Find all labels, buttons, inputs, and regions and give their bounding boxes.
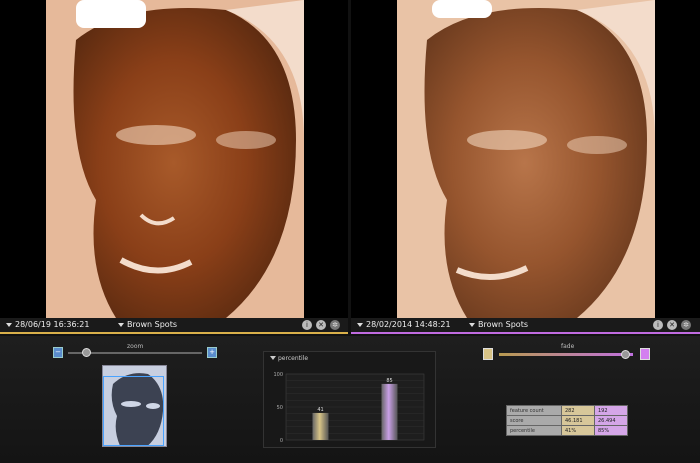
- left-mode-dropdown[interactable]: Brown Spots: [118, 318, 177, 332]
- gear-icon[interactable]: ✲: [681, 320, 691, 330]
- stats-cell-b: 192: [594, 405, 628, 416]
- right-date-label: 28/02/2014 14:48:21: [366, 320, 451, 329]
- thumbnail-viewport-rect[interactable]: [103, 376, 164, 446]
- right-mode-label: Brown Spots: [478, 320, 529, 329]
- stats-cell-a: 41%: [561, 425, 595, 436]
- zoom-out-button[interactable]: −: [53, 347, 63, 358]
- info-icon[interactable]: i: [302, 320, 312, 330]
- chevron-down-icon: [469, 322, 475, 327]
- fade-slider-track[interactable]: [499, 353, 633, 356]
- bar: [381, 383, 398, 440]
- left-info-bar: 28/06/19 16:36:21 Brown Spots i ✕ ✲: [0, 318, 348, 334]
- stats-cell-a: 282: [561, 405, 595, 416]
- stats-cell-label: percentile: [506, 425, 562, 436]
- table-row: score 46.181 26.494: [506, 415, 628, 426]
- zoom-slider-handle[interactable]: [82, 348, 91, 357]
- chart-title: percentile: [278, 355, 309, 362]
- bar-value-label: 85: [386, 378, 392, 384]
- stats-cell-label: score: [506, 415, 562, 426]
- stats-cell-a: 46.181: [561, 415, 595, 426]
- right-mode-dropdown[interactable]: Brown Spots: [469, 318, 528, 332]
- left-date-label: 28/06/19 16:36:21: [15, 320, 90, 329]
- close-icon[interactable]: ✕: [316, 320, 326, 330]
- zoom-label: zoom: [127, 343, 144, 350]
- y-tick-label: 50: [277, 405, 283, 411]
- chart-title-dropdown[interactable]: percentile: [270, 355, 308, 362]
- right-image-pane[interactable]: [351, 0, 700, 318]
- percentile-bar-chart: 0 50 100 41 85: [273, 372, 425, 444]
- bar: [312, 412, 329, 440]
- right-date-dropdown[interactable]: 28/02/2014 14:48:21: [357, 318, 451, 332]
- stats-table: feature count 282 192 score 46.181 26.494 perc…: [506, 405, 628, 436]
- info-icon[interactable]: i: [653, 320, 663, 330]
- bar-value-label: 41: [317, 407, 323, 413]
- left-date-dropdown[interactable]: 28/06/19 16:36:21: [6, 318, 89, 332]
- stats-cell-b: 26.494: [594, 415, 628, 426]
- chevron-down-icon: [6, 322, 12, 327]
- table-row: percentile 41% 85%: [506, 425, 628, 436]
- right-face-photo: [397, 0, 655, 318]
- y-tick-label: 0: [280, 438, 283, 444]
- fade-left-swatch[interactable]: [483, 348, 493, 360]
- chevron-down-icon: [357, 322, 363, 327]
- left-image-pane[interactable]: [0, 0, 348, 318]
- stats-cell-b: 85%: [594, 425, 628, 436]
- table-row: feature count 282 192: [506, 405, 628, 416]
- y-tick-label: 100: [273, 372, 283, 378]
- chevron-down-icon: [118, 322, 124, 327]
- chevron-down-icon: [270, 356, 276, 360]
- left-mode-label: Brown Spots: [127, 320, 178, 329]
- right-info-bar: 28/02/2014 14:48:21 Brown Spots i ✕ ✲: [351, 318, 700, 334]
- zoom-in-button[interactable]: +: [207, 347, 217, 358]
- gear-icon[interactable]: ✲: [330, 320, 340, 330]
- stats-cell-label: feature count: [506, 405, 562, 416]
- left-face-photo: [46, 0, 304, 318]
- fade-label: fade: [561, 343, 575, 350]
- close-icon[interactable]: ✕: [667, 320, 677, 330]
- fade-right-swatch[interactable]: [640, 348, 650, 360]
- fade-slider-handle[interactable]: [621, 350, 630, 359]
